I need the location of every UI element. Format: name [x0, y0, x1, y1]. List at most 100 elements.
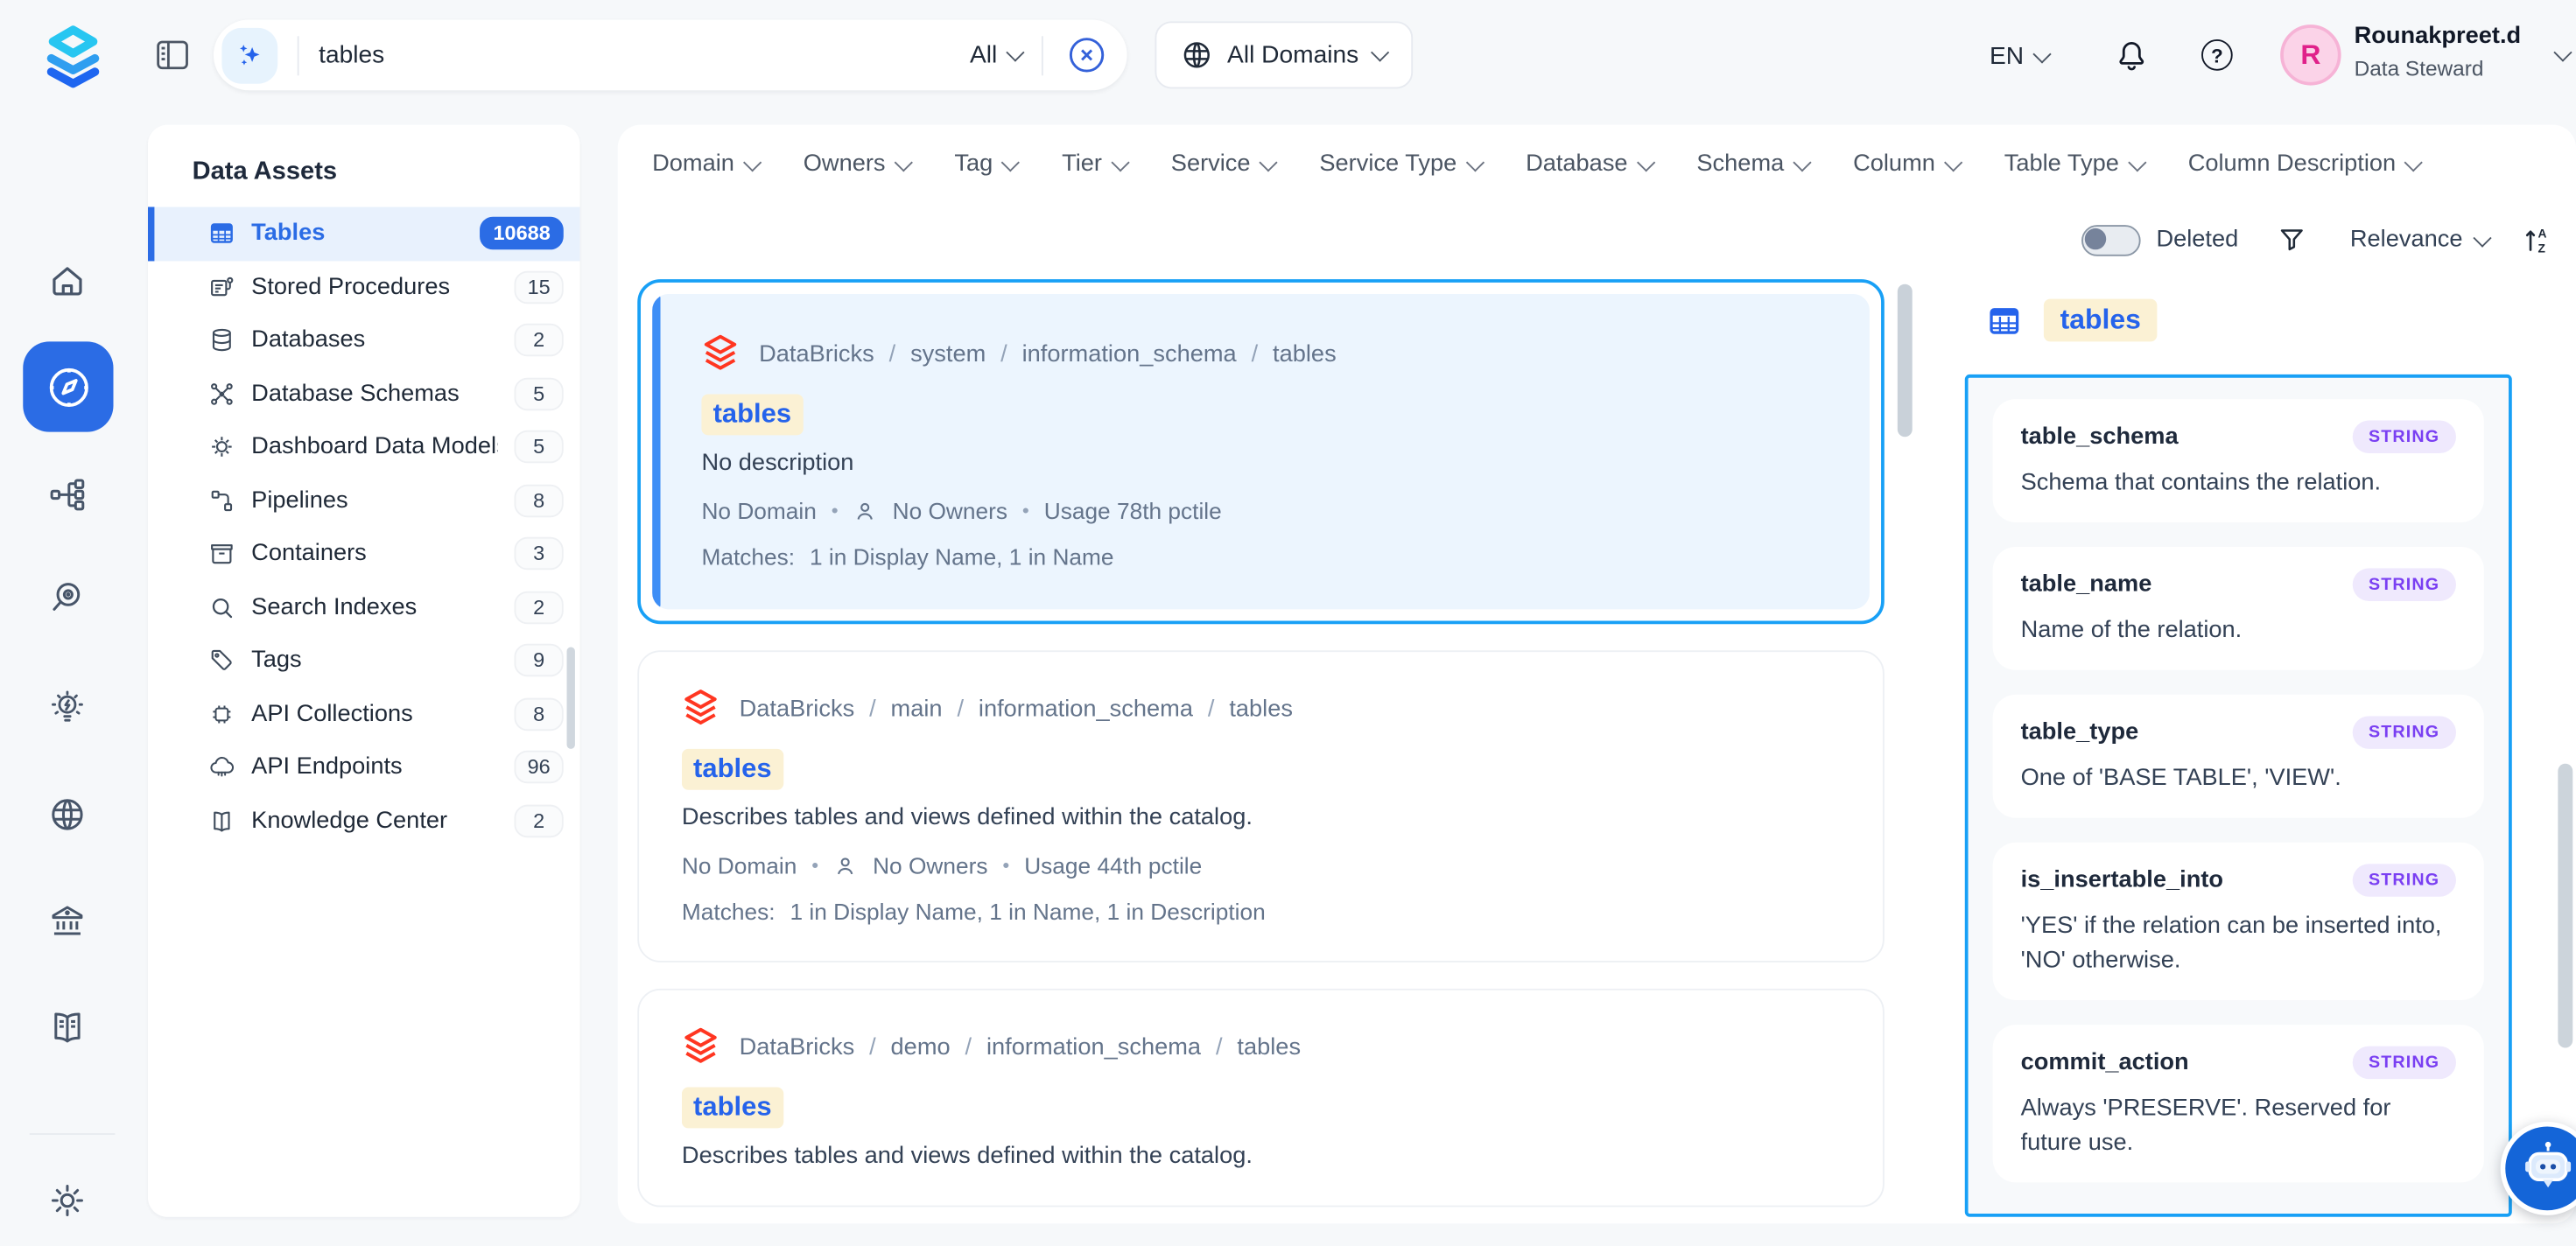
user-menu[interactable]: Rounakpreet.d Data Steward [2355, 21, 2522, 82]
filter-service[interactable]: Service [1171, 151, 1275, 178]
preview-columns-panel[interactable]: table_schema STRING Schema that contains… [1965, 374, 2512, 1217]
filter-column[interactable]: Column [1853, 151, 1960, 178]
help-icon[interactable]: ? [2201, 39, 2233, 71]
search-result-card-selected[interactable]: DataBricks / system / information_schema… [637, 279, 1885, 624]
sidebar-scrollbar-thumb[interactable] [567, 648, 575, 749]
avatar-initial: R [2300, 38, 2320, 72]
filter-table-type[interactable]: Table Type [2004, 151, 2144, 178]
chevron-down-icon [1006, 43, 1024, 61]
databricks-logo-icon [682, 1026, 719, 1068]
app-window: tables All All Domains EN [0, 0, 2576, 1246]
app-logo-icon [36, 18, 109, 92]
stored-procedure-icon [208, 274, 235, 300]
filter-owners[interactable]: Owners [804, 151, 910, 178]
window-scrollbar-thumb[interactable] [2558, 764, 2572, 1048]
database-icon [208, 327, 235, 354]
learn-book-icon[interactable] [47, 1007, 87, 1046]
deleted-toggle[interactable] [2081, 224, 2140, 256]
search-scope-dropdown[interactable]: All [970, 41, 1021, 69]
chevron-down-icon [1793, 152, 1811, 171]
sidebar-collapse-icon[interactable] [156, 39, 189, 71]
preview-header: tables [1986, 299, 2157, 342]
main-panel: Domain Owners Tag Tier Service Service T… [618, 125, 2576, 1224]
results-scrollbar-thumb[interactable] [1898, 284, 1913, 438]
clear-search-icon[interactable] [1066, 34, 1107, 75]
column-card: table_name STRING Name of the relation. [1993, 547, 2484, 670]
settings-gear-icon[interactable] [47, 1180, 87, 1220]
filter-tier[interactable]: Tier [1062, 151, 1127, 178]
sidebar-item-api-endpoints[interactable]: API Endpoints 96 [148, 740, 580, 794]
explore-compass-icon[interactable] [23, 341, 113, 431]
search-result-card[interactable]: DataBricks / demo / information_schema /… [637, 989, 1885, 1208]
chevron-down-icon [1465, 152, 1484, 171]
sidebar-item-containers[interactable]: Containers 3 [148, 527, 580, 580]
user-menu-chevron-icon[interactable] [2553, 43, 2572, 61]
count-badge: 10688 [480, 217, 563, 250]
all-domains-button[interactable]: All Domains [1155, 21, 1413, 88]
user-role: Data Steward [2355, 53, 2522, 82]
sort-order-icon[interactable]: A Z [2522, 223, 2551, 256]
robot-icon [2516, 1138, 2576, 1200]
home-icon[interactable] [47, 261, 87, 300]
breadcrumb: DataBricks / system / information_schema… [701, 333, 1827, 374]
chevron-down-icon [895, 152, 913, 171]
observability-icon[interactable] [47, 578, 87, 618]
filter-column-description[interactable]: Column Description [2188, 151, 2421, 178]
count-badge: 96 [514, 751, 563, 784]
notifications-bell-icon[interactable] [2115, 38, 2149, 74]
lineage-platform-icon[interactable] [47, 474, 87, 514]
column-type-badge: STRING [2352, 864, 2456, 897]
filter-tag[interactable]: Tag [954, 151, 1017, 178]
column-name: commit_action [2021, 1049, 2189, 1075]
chevron-down-icon [1111, 152, 1129, 171]
column-name: table_schema [2021, 424, 2179, 450]
filter-domain[interactable]: Domain [652, 151, 759, 178]
table-icon [208, 220, 235, 247]
filter-database[interactable]: Database [1526, 151, 1653, 178]
filter-schema[interactable]: Schema [1696, 151, 1808, 178]
result-title[interactable]: tables [701, 394, 803, 435]
sidebar-item-knowledge-center[interactable]: Knowledge Center 2 [148, 794, 580, 847]
deleted-label: Deleted [2156, 227, 2238, 253]
chevron-down-icon [1371, 43, 1389, 61]
sidebar-item-tables[interactable]: Tables 10688 [148, 206, 580, 260]
search-input[interactable]: tables [319, 41, 970, 69]
sidebar-item-dashboard-data-models[interactable]: Dashboard Data Models 5 [148, 420, 580, 473]
count-badge: 3 [514, 537, 563, 570]
column-type-badge: STRING [2352, 716, 2456, 749]
chevron-down-icon [1001, 152, 1020, 171]
person-icon [853, 499, 878, 523]
user-name: Rounakpreet.d [2355, 21, 2522, 53]
global-search-bar[interactable]: tables All [214, 20, 1127, 91]
language-dropdown[interactable]: EN [1990, 0, 2048, 112]
sidebar-item-stored-procedures[interactable]: Stored Procedures 15 [148, 260, 580, 313]
insights-bulb-icon[interactable] [47, 688, 87, 727]
sidebar-item-database-schemas[interactable]: Database Schemas 5 [148, 367, 580, 420]
filter-service-type[interactable]: Service Type [1319, 151, 1481, 178]
chevron-down-icon [743, 152, 762, 171]
search-scope-value: All [970, 41, 997, 69]
column-description: 'YES' if the relation can be inserted in… [2021, 910, 2456, 979]
sidebar-item-search-indexes[interactable]: Search Indexes 2 [148, 580, 580, 634]
domains-globe-icon[interactable] [47, 794, 87, 834]
rail-divider [30, 1133, 116, 1135]
ai-sparkles-icon[interactable] [221, 27, 277, 83]
api-endpoint-icon [208, 754, 235, 780]
globe-icon [1181, 39, 1212, 71]
filter-funnel-icon[interactable] [2278, 225, 2307, 255]
sidebar-item-pipelines[interactable]: Pipelines 8 [148, 473, 580, 527]
sidebar-item-databases[interactable]: Databases 2 [148, 313, 580, 367]
sidebar-item-api-collections[interactable]: API Collections 8 [148, 687, 580, 740]
preview-title[interactable]: tables [2044, 299, 2158, 342]
breadcrumb: DataBricks / main / information_schema /… [682, 688, 1840, 729]
governance-bank-icon[interactable] [47, 900, 87, 940]
sort-field-dropdown[interactable]: Relevance [2350, 227, 2489, 253]
svg-text:A: A [2537, 227, 2546, 241]
result-title[interactable]: tables [682, 749, 783, 790]
column-description: Always 'PRESERVE'. Reserved for future u… [2021, 1092, 2456, 1161]
search-result-card[interactable]: DataBricks / main / information_schema /… [637, 650, 1885, 962]
result-title[interactable]: tables [682, 1088, 783, 1129]
avatar[interactable]: R [2280, 24, 2341, 85]
nav-rail [0, 112, 148, 1246]
sidebar-item-tags[interactable]: Tags 9 [148, 634, 580, 687]
